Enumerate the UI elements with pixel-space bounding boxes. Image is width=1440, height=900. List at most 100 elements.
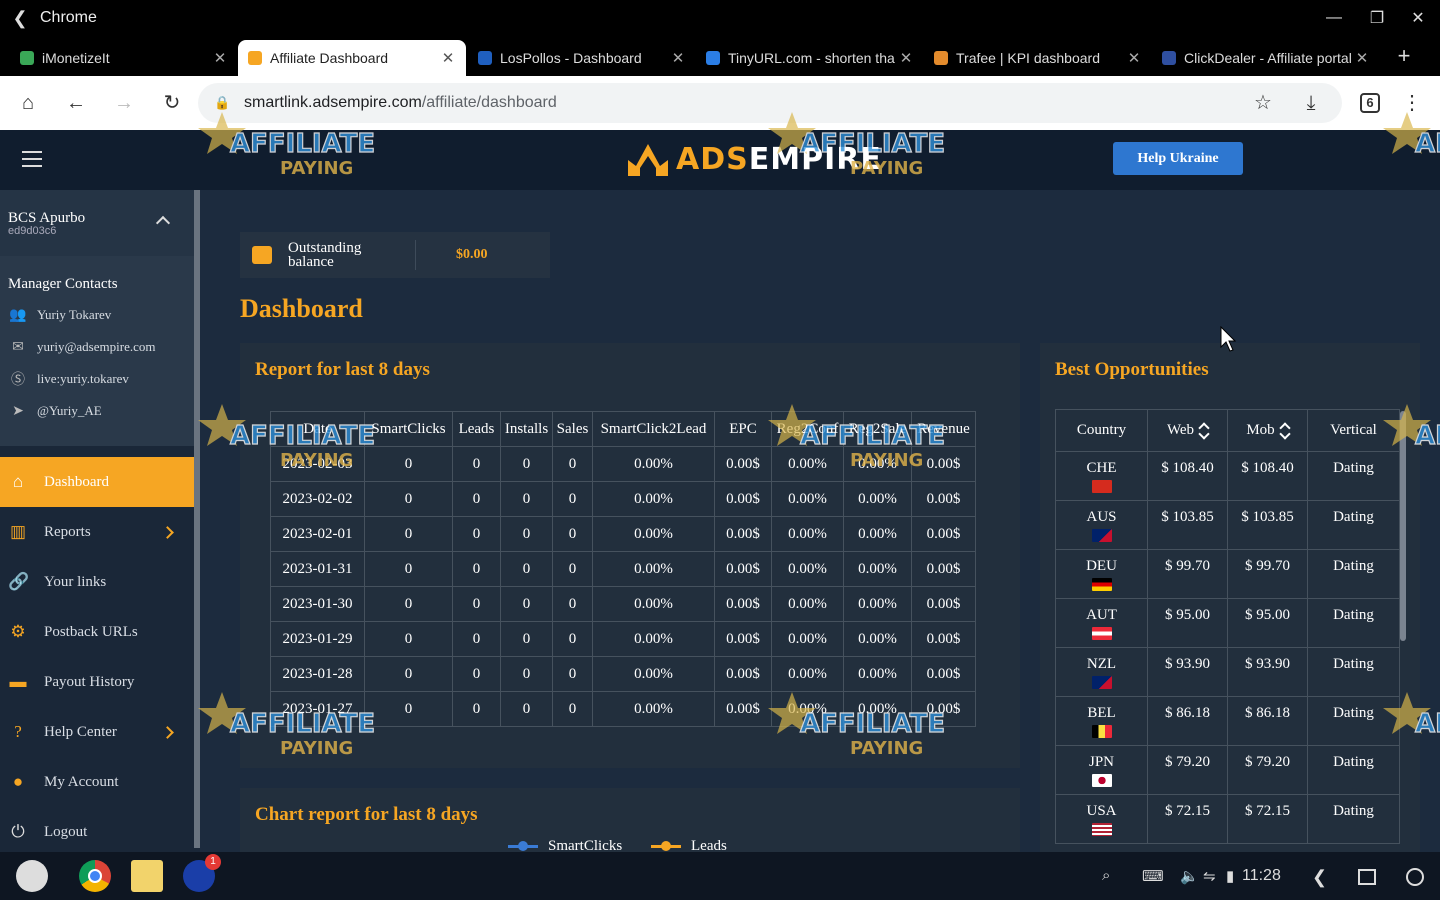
- flag-icon: [1091, 725, 1112, 738]
- col-web[interactable]: Web: [1147, 409, 1228, 452]
- launcher-icon[interactable]: [16, 860, 48, 892]
- overview-icon[interactable]: [1358, 869, 1376, 885]
- tab-imonetizeit[interactable]: iMonetizeIt ✕: [10, 40, 238, 76]
- table-cell: 0.00%: [771, 551, 844, 587]
- tab-affiliate-dashboard[interactable]: Affiliate Dashboard ✕: [238, 40, 466, 76]
- power-icon: ⏻: [11, 822, 25, 841]
- card-icon: ▬: [9, 672, 27, 691]
- tab-close-icon[interactable]: ✕: [898, 49, 914, 67]
- manager-skype[interactable]: live:yuriy.tokarev: [37, 371, 129, 387]
- nav-dashboard[interactable]: ⌂ Dashboard: [0, 457, 194, 507]
- back-icon[interactable]: ←: [64, 91, 88, 115]
- notes-icon[interactable]: [131, 860, 163, 892]
- site-header: ADSEMPIRE Help Ukraine: [0, 130, 1440, 190]
- home-icon: ⌂: [12, 472, 24, 491]
- clock[interactable]: 11:28: [1242, 867, 1281, 885]
- manager-email[interactable]: yuriy@adsempire.com: [37, 339, 155, 355]
- menu-kebab-icon[interactable]: ⋮: [1400, 91, 1424, 115]
- nav-payout-history[interactable]: ▬ Payout History: [0, 657, 194, 707]
- col-mob[interactable]: Mob: [1227, 409, 1308, 452]
- address-bar[interactable]: 🔒 smartlink.adsempire.com/affiliate/dash…: [198, 83, 1342, 123]
- opportunities-scrollbar[interactable]: [1400, 411, 1406, 641]
- reload-icon[interactable]: ↻: [160, 91, 184, 115]
- main-content: Outstanding balance $0.00 Dashboard Repor…: [200, 190, 1440, 868]
- table-cell: 0: [364, 691, 453, 727]
- tab-close-icon[interactable]: ✕: [670, 49, 686, 67]
- manager-skype-row[interactable]: Ⓢlive:yuriy.tokarev: [8, 363, 186, 395]
- col-vertical: Vertical: [1307, 409, 1400, 452]
- forward-icon[interactable]: →: [112, 91, 136, 115]
- back-nav-icon[interactable]: ❮: [1312, 867, 1327, 888]
- nav-postback-urls[interactable]: ⚙ Postback URLs: [0, 607, 194, 657]
- battery-icon[interactable]: ▮: [1226, 867, 1234, 885]
- new-tab-plus-icon[interactable]: +: [1392, 44, 1416, 68]
- manager-telegram-row[interactable]: ➤ @Yuriy_AE: [8, 395, 186, 427]
- nav-logout[interactable]: ⏻ Logout: [0, 807, 194, 857]
- tab-close-icon[interactable]: ✕: [440, 49, 456, 67]
- table-cell: 0.00%: [592, 586, 715, 622]
- tab-tinyurl[interactable]: TinyURL.com - shorten tha ✕: [696, 40, 924, 76]
- sidebar: BCS Apurbo ed9d03c6 Manager Contacts 👥 Yu…: [0, 190, 200, 852]
- web-cell: $ 72.15: [1147, 794, 1228, 844]
- tab-trafee[interactable]: Trafee | KPI dashboard ✕: [924, 40, 1152, 76]
- table-cell: 0.00%: [843, 481, 912, 517]
- sort-icon[interactable]: [1281, 423, 1289, 439]
- col-header: EPC: [714, 411, 772, 447]
- back-arrow-icon[interactable]: ❮: [0, 8, 40, 29]
- table-cell: 0.00%: [843, 586, 912, 622]
- table-cell: 0.00$: [714, 586, 772, 622]
- keyboard-icon[interactable]: ⌨: [1142, 867, 1164, 885]
- nav-label: Dashboard: [44, 473, 109, 490]
- search-icon[interactable]: ⌕: [1102, 867, 1110, 884]
- chrome-icon[interactable]: [79, 860, 111, 892]
- tab-close-icon[interactable]: ✕: [1126, 49, 1142, 67]
- opportunities-panel: Best Opportunities Country Web Mob Verti…: [1040, 343, 1420, 863]
- adsempire-logo[interactable]: ADSEMPIRE: [626, 140, 882, 178]
- manager-email-row[interactable]: ✉ yuriy@adsempire.com: [8, 331, 186, 363]
- home-circle-icon[interactable]: [1406, 868, 1424, 886]
- table-cell: 0: [552, 621, 593, 657]
- flag-icon: [1091, 529, 1112, 542]
- home-icon[interactable]: ⌂: [16, 91, 40, 115]
- sort-icon[interactable]: [1200, 423, 1208, 439]
- table-cell: 0: [452, 586, 501, 622]
- download-icon[interactable]: ⤓: [1299, 91, 1323, 115]
- table-cell: 0.00%: [843, 551, 912, 587]
- country-code: DEU: [1086, 558, 1117, 574]
- table-cell: 0.00%: [843, 691, 912, 727]
- nav-reports[interactable]: ▥ Reports: [0, 507, 194, 557]
- chevron-right-icon: [161, 526, 174, 539]
- tab-favicon-icon: [706, 51, 720, 65]
- vertical-cell: Dating: [1307, 794, 1400, 844]
- restore-button[interactable]: ❐: [1357, 0, 1397, 36]
- manager-telegram[interactable]: @Yuriy_AE: [37, 403, 102, 419]
- volume-icon[interactable]: 🔈: [1180, 867, 1199, 885]
- nav-your-links[interactable]: 🔗 Your links: [0, 557, 194, 607]
- bookmark-star-icon[interactable]: ☆: [1251, 91, 1275, 115]
- tab-clickdealer[interactable]: ClickDealer - Affiliate portal ✕: [1152, 40, 1380, 76]
- nav-my-account[interactable]: ● My Account: [0, 757, 194, 807]
- table-cell: 0.00%: [843, 621, 912, 657]
- mob-cell: $ 99.70: [1227, 549, 1308, 599]
- network-icon[interactable]: ⇋: [1203, 867, 1216, 885]
- table-cell: 0.00%: [771, 621, 844, 657]
- vpn-app-icon[interactable]: 1: [183, 854, 221, 892]
- col-header: Sales: [552, 411, 593, 447]
- account-icon: ●: [12, 772, 24, 791]
- table-cell: 0.00%: [592, 516, 715, 552]
- tab-close-icon[interactable]: ✕: [1354, 49, 1370, 67]
- url-domain: smartlink.adsempire.com: [244, 94, 422, 111]
- mob-cell: $ 86.18: [1227, 696, 1308, 746]
- nav-help-center[interactable]: ? Help Center: [0, 707, 194, 757]
- flag-icon: [1091, 480, 1112, 493]
- tab-lospollos[interactable]: LosPollos - Dashboard ✕: [468, 40, 696, 76]
- hamburger-menu-icon[interactable]: [22, 151, 42, 169]
- close-window-button[interactable]: ✕: [1398, 0, 1438, 36]
- help-ukraine-button[interactable]: Help Ukraine: [1113, 142, 1243, 175]
- country-code: CHE: [1086, 460, 1117, 476]
- tab-close-icon[interactable]: ✕: [212, 49, 228, 67]
- tab-count-icon[interactable]: 6: [1360, 93, 1380, 113]
- user-box[interactable]: BCS Apurbo ed9d03c6: [0, 190, 194, 256]
- tab-strip: iMonetizeIt ✕ Affiliate Dashboard ✕ LosP…: [0, 36, 1440, 76]
- minimize-button[interactable]: —: [1314, 0, 1354, 36]
